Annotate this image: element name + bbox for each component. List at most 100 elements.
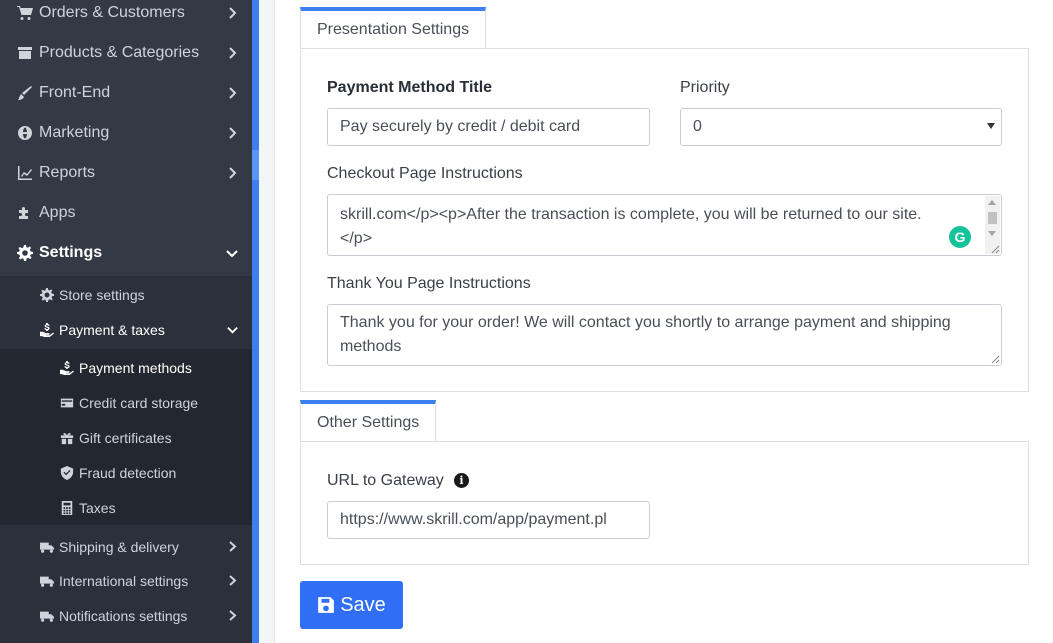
other-settings-panel: URL to Gateway i https://www.skrill.com/… [300,441,1029,565]
credit-card-icon [59,395,75,411]
sidebar-item-products-categories[interactable]: Products & Categories [0,33,252,73]
tab-presentation-settings[interactable]: Presentation Settings [300,7,487,49]
checkout-instructions-label: Checkout Page Instructions [327,165,523,182]
accent-notch [252,150,259,180]
payment-method-title-label: Payment Method Title [327,79,493,96]
priority-select[interactable]: 0 [680,108,1002,146]
save-label: Save [340,593,386,616]
chevron-right-icon [225,166,239,180]
puzzle-icon [16,204,34,222]
chevron-right-icon [226,574,239,587]
textarea-line: </p> [340,230,373,247]
sidebar-item-taxes[interactable]: Taxes [0,490,252,525]
thankyou-instructions-label: Thank You Page Instructions [327,275,531,292]
sidebar-item-label: Products & Categories [39,44,200,61]
sidebar-item-notifications-settings[interactable]: Notifications settings [0,598,252,633]
tab-other-settings[interactable]: Other Settings [300,400,437,442]
content-gutter [259,0,275,643]
sidebar-item-label: Credit card storage [79,394,199,411]
select-value: 0 [693,118,702,135]
settings-submenu-lower: Shipping & delivery International settin… [0,525,252,643]
scroll-up-icon [988,200,996,205]
gear-icon [39,287,55,303]
sidebar-item-store-settings[interactable]: Store settings [0,277,252,312]
truck-icon [39,573,55,589]
sidebar-accent-strip [252,0,259,643]
truck-icon [39,608,55,624]
priority-label: Priority [680,79,730,96]
scroll-down-icon [988,231,996,236]
hand-coin-icon [39,322,55,338]
checkout-instructions-textarea[interactable]: skrill.com</p><p>After the transaction i… [327,194,1002,256]
sidebar-item-label: Fraud detection [79,464,177,481]
chevron-right-icon [225,6,239,20]
chevron-right-icon [225,86,239,100]
tab-label: Other Settings [317,414,420,431]
sidebar-item-label: International settings [59,572,189,589]
sidebar-item-settings[interactable]: Settings [0,233,252,273]
sidebar-item-gift-certificates[interactable]: Gift certificates [0,420,252,455]
resize-grip-icon[interactable] [991,245,1000,254]
sidebar-item-label: Payment methods [79,359,192,376]
sidebar-item-payment-taxes[interactable]: Payment & taxes [0,312,252,347]
chevron-right-icon [225,46,239,60]
chevron-right-icon [225,126,239,140]
sidebar-item-label: Store settings [59,286,145,303]
floppy-disk-icon [318,597,335,613]
sidebar-item-apps[interactable]: Apps [0,193,252,233]
sidebar-item-label: Apps [39,204,76,221]
sidebar-item-shipping-delivery[interactable]: Shipping & delivery [0,529,252,564]
sidebar-item-front-end[interactable]: Front-End [0,73,252,113]
input-value: Pay securely by credit / debit card [340,118,581,135]
sidebar-item-reports[interactable]: Reports [0,153,252,193]
payment-method-title-input[interactable]: Pay securely by credit / debit card [327,108,650,146]
thankyou-instructions-textarea[interactable]: Thank you for your order! We will contac… [327,304,1002,366]
chevron-right-icon [226,609,239,622]
sidebar-item-orders-customers[interactable]: Orders & Customers [0,0,252,33]
textarea-line: skrill.com</p><p>After the transaction i… [340,206,922,223]
cart-icon [16,4,34,22]
sidebar: Orders & Customers Products & Categories… [0,0,252,643]
grammarly-icon[interactable]: G [949,226,971,248]
brush-icon [16,84,34,102]
calculator-icon [59,500,75,516]
sidebar-item-label: Reports [39,164,96,181]
sidebar-item-label: Settings [39,244,103,261]
shield-icon [59,465,75,481]
chart-line-icon [16,164,34,182]
presentation-settings-panel: Payment Method Title Pay securely by cre… [300,48,1029,392]
clipped-line [340,195,989,201]
save-button[interactable]: Save [300,581,403,629]
resize-grip-icon[interactable] [991,355,1000,364]
sidebar-item-label: Orders & Customers [39,4,185,21]
chevron-right-icon [226,540,239,553]
hand-coin-icon [59,360,75,376]
sidebar-item-fraud-detection[interactable]: Fraud detection [0,455,252,490]
sidebar-item-label: Notifications settings [59,607,188,624]
gear-icon [16,244,34,262]
info-icon[interactable]: i [454,473,469,488]
sidebar-item-credit-card-storage[interactable]: Credit card storage [0,385,252,420]
sidebar-item-marketing[interactable]: Marketing [0,113,252,153]
caret-down-icon [987,123,995,129]
url-gateway-label: URL to Gateway [327,472,444,489]
gift-icon [59,430,75,446]
sidebar-item-label: Gift certificates [79,429,172,446]
sidebar-item-label: Marketing [39,124,110,141]
sidebar-item-international-settings[interactable]: International settings [0,563,252,598]
chevron-down-icon [225,246,239,260]
truck-icon [39,539,55,555]
url-gateway-input[interactable]: https://www.skrill.com/app/payment.pl [327,501,650,539]
chevron-down-icon [226,323,239,336]
payment-taxes-submenu: Payment methods Credit card storage Gift… [0,349,252,525]
sidebar-item-payment-methods[interactable]: Payment methods [0,350,252,385]
sidebar-item-label: Payment & taxes [59,321,165,338]
sidebar-item-label: Shipping & delivery [59,538,179,555]
sidebar-item-label: Front-End [39,84,111,101]
archive-icon [16,44,34,62]
globe-icon [16,124,34,142]
sidebar-item-label: Taxes [79,499,116,516]
scroll-thumb[interactable] [988,212,997,224]
input-value: https://www.skrill.com/app/payment.pl [340,511,607,528]
tab-label: Presentation Settings [317,21,470,38]
